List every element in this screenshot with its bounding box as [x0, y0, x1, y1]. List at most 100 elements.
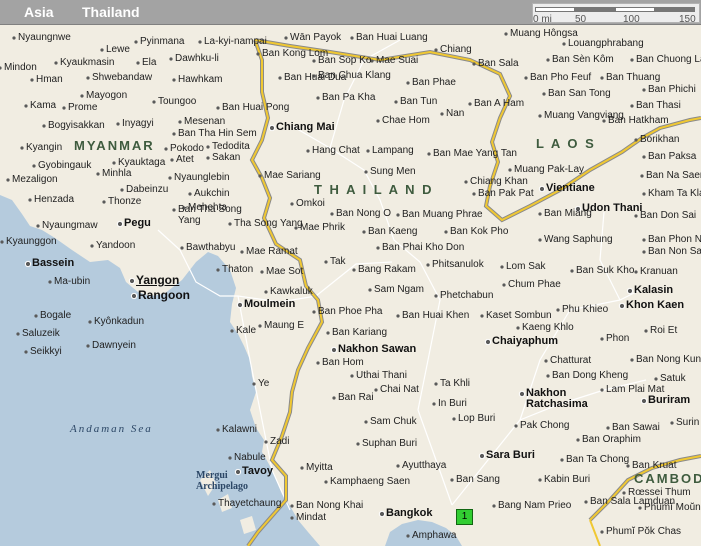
place-label[interactable]: Kama — [30, 100, 56, 111]
place-label[interactable]: Ban Suk Kho — [576, 265, 634, 276]
place-label[interactable]: Mindat — [296, 512, 326, 523]
place-label[interactable]: Chiang Mai — [276, 122, 335, 133]
place-label[interactable]: Ban Kariang — [332, 327, 387, 338]
place-label[interactable]: Ban Thasi — [636, 100, 681, 111]
place-label[interactable]: Omkoi — [296, 198, 325, 209]
place-label[interactable]: Ban Phai Kho Don — [382, 242, 464, 253]
place-label[interactable]: Ban Chua Klang — [318, 70, 391, 81]
place-label[interactable]: Mesenan — [184, 116, 225, 127]
place-label[interactable]: Kawkaluk — [270, 286, 313, 297]
place-label[interactable]: Kyaukmasin — [60, 57, 114, 68]
place-label[interactable]: Ban A Ham — [474, 98, 524, 109]
place-label[interactable]: Dabeinzu — [126, 184, 168, 195]
place-label[interactable]: Pak Chong — [520, 420, 569, 431]
place-label[interactable]: Bawthabyu — [186, 242, 235, 253]
place-label[interactable]: Sara Buri — [486, 450, 535, 461]
place-label[interactable]: Mezaligon — [12, 174, 58, 185]
place-label[interactable]: Ta Khli — [440, 378, 470, 389]
place-label[interactable]: Kyaunggon — [6, 236, 57, 247]
place-label[interactable]: Kyangin — [26, 142, 62, 153]
place-label[interactable]: Ban Pa Kha — [322, 92, 375, 103]
place-label[interactable]: Pyinmana — [140, 36, 184, 47]
place-label[interactable]: Ban Hom — [322, 357, 364, 368]
place-label[interactable]: Chae Hom — [382, 115, 430, 126]
place-label[interactable]: Bang Nam Prieo — [498, 500, 571, 511]
place-label[interactable]: Ban Phichi — [648, 84, 696, 95]
place-label[interactable]: Lewe — [106, 44, 130, 55]
place-label[interactable]: Ban Sèn Kôm — [552, 54, 614, 65]
place-label[interactable]: Lop Buri — [458, 413, 495, 424]
place-label[interactable]: Hawhkam — [178, 74, 222, 85]
place-label[interactable]: Sung Men — [370, 166, 416, 177]
place-label[interactable]: Ban Sop Ko — [318, 55, 371, 66]
place-label[interactable]: Phetchabun — [440, 290, 493, 301]
place-label[interactable]: Tedodita — [212, 141, 250, 152]
place-label[interactable]: Sakan — [212, 152, 240, 163]
place-label[interactable]: Ban Nong Kung — [636, 354, 701, 365]
place-label[interactable]: Phu Khieo — [562, 304, 608, 315]
place-label[interactable]: Muang Pak-Lay — [514, 164, 584, 175]
place-label[interactable]: Kranuan — [640, 266, 678, 277]
place-label[interactable]: Tak — [330, 256, 346, 267]
place-label[interactable]: Ban Huai Pong — [222, 102, 289, 113]
place-label[interactable]: Wān Payok — [290, 32, 341, 43]
place-label[interactable]: Thonze — [108, 196, 141, 207]
place-label[interactable]: Sam Chuk — [370, 416, 417, 427]
place-label[interactable]: Chiang — [440, 44, 472, 55]
place-label[interactable]: Toungoo — [158, 96, 196, 107]
place-label[interactable]: Ban Oraphim — [582, 434, 641, 445]
breadcrumb-country[interactable]: Thailand — [82, 4, 140, 20]
place-label[interactable]: Ban Phon Ngam — [648, 234, 701, 245]
place-label[interactable]: Chatturat — [550, 355, 591, 366]
place-label[interactable]: Ban Tha Hin Sem — [178, 128, 257, 139]
place-label[interactable]: Moulmein — [244, 299, 295, 310]
place-label[interactable]: Gyobingauk — [38, 160, 91, 171]
location-marker[interactable]: 1 — [456, 509, 473, 525]
place-label[interactable]: Ban Hatkham — [608, 115, 669, 126]
place-label[interactable]: Tavoy — [242, 466, 273, 477]
place-label[interactable]: Borikhan — [640, 134, 679, 145]
place-label[interactable]: Ban Non Sa-at — [648, 246, 701, 257]
place-label[interactable]: Ban Ta Chong — [566, 454, 629, 465]
place-label[interactable]: Bassein — [32, 258, 74, 269]
place-label[interactable]: Ban Huai Luang — [356, 32, 428, 43]
place-label[interactable]: In Buri — [438, 398, 467, 409]
place-label[interactable]: Nakhon Sawan — [338, 344, 416, 355]
place-label[interactable]: Phumĭ Moŭng — [644, 502, 701, 513]
place-label[interactable]: La-kyi-nampai — [204, 36, 267, 47]
place-label[interactable]: Ban Sang — [456, 474, 500, 485]
place-label[interactable]: Ela — [142, 57, 156, 68]
place-label[interactable]: Buriram — [648, 395, 690, 406]
place-label[interactable]: Lom Sak — [506, 261, 545, 272]
place-label[interactable]: Ban Chuong La — [636, 54, 701, 65]
place-label[interactable]: Ban Mae Yang Tan — [433, 148, 517, 159]
place-label[interactable]: Ban Phoe Pha — [318, 306, 383, 317]
place-label[interactable]: Aukchin — [194, 188, 230, 199]
place-label[interactable]: Myitta — [306, 462, 333, 473]
place-label[interactable]: Ban Muang Phrae — [402, 209, 483, 220]
place-label[interactable]: Kalasin — [634, 285, 673, 296]
place-label[interactable]: Maung E — [264, 320, 304, 331]
place-label[interactable]: Saluzeik — [22, 328, 60, 339]
place-label[interactable]: Inyagyi — [122, 118, 154, 129]
place-label[interactable]: Ma-ubin — [54, 276, 90, 287]
place-label[interactable]: Kaeng Khlo — [522, 322, 574, 333]
place-label[interactable]: Hman — [36, 74, 63, 85]
place-label[interactable]: Nabule — [234, 452, 266, 463]
place-label[interactable]: Henzada — [34, 194, 74, 205]
place-label[interactable]: Thaton — [222, 264, 253, 275]
place-label[interactable]: Mayogon — [86, 90, 127, 101]
place-label[interactable]: Khon Kaen — [626, 300, 684, 311]
place-label[interactable]: Ban Paksa — [648, 151, 696, 162]
breadcrumb-region[interactable]: Asia — [24, 4, 54, 20]
place-label[interactable]: Kyauktaga — [118, 157, 165, 168]
place-label[interactable]: Vientiane — [546, 183, 595, 194]
place-label[interactable]: Ban Pho Feuf — [530, 72, 591, 83]
place-label[interactable]: Chum Phae — [508, 279, 561, 290]
place-label[interactable]: Louangphrabang — [568, 38, 644, 49]
place-label[interactable]: Ban Dong Kheng — [552, 370, 628, 381]
place-label[interactable]: Ban Thuang — [606, 72, 660, 83]
place-label[interactable]: Atet — [176, 154, 194, 165]
place-label[interactable]: Ban Sala — [478, 58, 519, 69]
place-label[interactable]: Shwebandaw — [92, 72, 152, 83]
